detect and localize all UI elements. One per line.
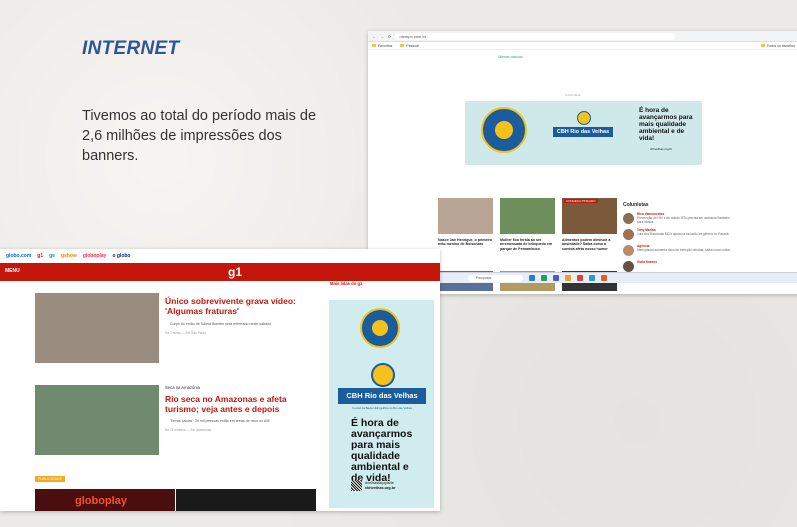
- dark-banner: [176, 489, 316, 511]
- app-icon: [601, 275, 607, 281]
- ad-tag: #velhasfaçoparte cbhvelhas.org.br: [365, 481, 396, 491]
- folder-icon: [565, 275, 571, 281]
- g1-header-bar: MENU g1: [0, 263, 440, 281]
- columnist-item: Rico Vasconcelos Prevenção do HIV e de ou…: [623, 212, 733, 224]
- horizontal-ad-banner: CBH Rio das Velhas É hora de avançarmos …: [465, 101, 702, 165]
- news-caption: Mulher fica ferida ao ser arremessada de…: [500, 238, 553, 251]
- columnist-item: Gioia Kramer: [623, 260, 733, 273]
- colunistas-panel: Colunistas Rico Vasconcelos Prevenção do …: [623, 202, 733, 273]
- app-icon: [577, 275, 583, 281]
- app-icon: [541, 275, 547, 281]
- columnist-item: Tony Marlon Lula dos Racionais MC's ajuda…: [623, 229, 733, 241]
- nav-gshow: gshow: [60, 253, 77, 259]
- columnist-item: Agência Menopausa aumenta risco de infecç…: [623, 245, 733, 257]
- menu-button: MENU: [5, 268, 20, 274]
- colunistas-title: Colunistas: [623, 202, 649, 208]
- taskbar-search: Pesquisar: [468, 274, 523, 282]
- story1-bullet: Corpo do irmão de Sálma Bomfim será ente…: [170, 322, 272, 326]
- avatar: [623, 261, 634, 273]
- ad-brand: CBH Rio das Velhas: [338, 388, 426, 404]
- g1-logo: g1: [228, 265, 243, 279]
- top-text: Últimas notícias: [498, 55, 523, 59]
- columnist-name: Gioia Kramer: [637, 260, 658, 265]
- story2-kicker: Seca na Amazônia: [165, 385, 200, 390]
- story2-headline: Rio seca no Amazonas e afeta turismo; ve…: [165, 394, 287, 414]
- story2-meta: Há 21 minutos — Em Amazonas: [165, 428, 212, 432]
- globoplay-banner: globoplay: [35, 489, 175, 511]
- story1-image: [35, 293, 159, 363]
- seal-icon: [481, 107, 527, 153]
- ad-site: cbhvelhas.org.br: [650, 147, 673, 151]
- ad-slogan: É hora de avançarmos para mais qualidade…: [351, 417, 413, 484]
- story1-headline: Único sobrevivente grava vídeo: 'Algumas…: [165, 296, 296, 316]
- columnist-text: Lula dos Racionais MC's ajuda na inclusã…: [637, 232, 729, 237]
- publicidade-label: PUBLICIDADE: [35, 476, 65, 482]
- back-icon: ←: [372, 33, 376, 39]
- nav-globo: globo.com: [6, 253, 32, 259]
- bookmark-favoritos: Favoritos: [372, 44, 392, 48]
- news-caption: Alimentos podem diminuir a ansiedade? Sa…: [562, 238, 611, 251]
- ad-slogan: É hora de avançarmos para mais qualidade…: [639, 107, 693, 142]
- avatar: [623, 213, 634, 224]
- globoplay-logo: globoplay: [75, 495, 127, 507]
- g1-top-nav: globo.com g1 ge gshow globoplay o globo: [0, 249, 440, 263]
- ad-label: Publicidade: [565, 93, 581, 97]
- forward-icon: →: [380, 33, 384, 39]
- news-caption: Nasce Jair Henrique, o primeiro neto men…: [438, 238, 493, 247]
- app-icon: [589, 275, 595, 281]
- news-badge: CONHEÇA PINGADO: [564, 199, 598, 203]
- avatar: [623, 245, 634, 257]
- news-thumb: [500, 198, 555, 234]
- ad-subtitle: Comitê da Bacia Hidrográfica do Rio das …: [352, 406, 412, 410]
- slide-body-text: Tivemos ao total do período mais de 2,6 …: [82, 108, 317, 164]
- mais-lidas-link: Mais lidas do g1: [330, 281, 363, 286]
- ad-brand: CBH Rio das Velhas: [553, 127, 613, 137]
- app-icon: [553, 275, 559, 281]
- folder-icon: [760, 44, 765, 47]
- reload-icon: ⟳: [388, 33, 392, 39]
- app-icon: [529, 275, 535, 281]
- columnist-text: Menopausa aumenta risco de infecção urin…: [637, 248, 731, 253]
- nav-globoplay: globoplay: [82, 253, 107, 259]
- columnist-text: Prevenção do HIV e de outras ISTs precis…: [637, 215, 730, 224]
- story2-image: [35, 385, 159, 455]
- nav-oglobo: o globo: [112, 253, 131, 259]
- bookmark-todos: Todos os favoritos: [760, 44, 795, 48]
- avatar: [623, 229, 634, 241]
- ad-site: cbhvelhas.org.br: [365, 486, 396, 490]
- qr-code-icon: [351, 480, 362, 491]
- browser-toolbar: ← → ⟳ otempo.com.br: [368, 31, 797, 42]
- news-thumb: [438, 198, 493, 234]
- slide-title: INTERNET: [82, 38, 180, 59]
- folder-icon: [372, 44, 376, 47]
- nav-g1: g1: [37, 253, 44, 259]
- bookmarks-bar: Favoritos Pessoal Todos os favoritos: [368, 42, 797, 50]
- bookmark-pessoal: Pessoal: [400, 44, 419, 48]
- vertical-ad-banner: CBH Rio das Velhas Comitê da Bacia Hidro…: [329, 300, 434, 508]
- story1-meta: Há 2 horas — Em São Paulo: [165, 331, 206, 335]
- fish-logo-icon: [371, 363, 395, 387]
- story2-bullet: 'Terras caídas': 29 mil pessoas estão em…: [170, 419, 270, 423]
- address-bar: otempo.com.br: [395, 32, 676, 40]
- seal-icon: [360, 308, 400, 348]
- nav-ge: ge: [49, 253, 55, 259]
- folder-icon: [400, 44, 405, 47]
- news-thumb: [562, 198, 617, 234]
- fish-logo-icon: [577, 111, 591, 125]
